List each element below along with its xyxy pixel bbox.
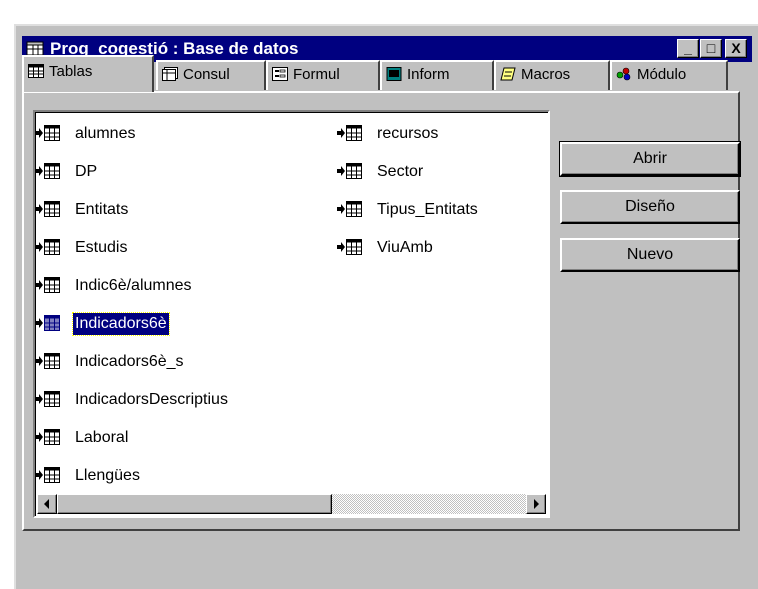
table-name: DP [75, 163, 98, 180]
table-icon [44, 429, 60, 445]
table-name: IndicadorsDescriptius [75, 391, 228, 408]
link-arrow-icon [35, 128, 43, 138]
table-name: alumnes [75, 125, 136, 142]
tables-list[interactable]: alumnes DP Entitats Estudis Indic6è/alum… [33, 110, 550, 518]
table-name: Entitats [75, 201, 129, 218]
link-arrow-icon [35, 432, 43, 442]
table-icon [44, 391, 60, 407]
tab-macros[interactable]: Macros [494, 60, 610, 90]
table-name: Indic6è/alumnes [75, 277, 192, 294]
table-name: ViuAmb [377, 239, 433, 256]
table-icon [44, 277, 60, 293]
link-arrow-icon [337, 128, 345, 138]
tab-consultas[interactable]: Consul [156, 60, 266, 90]
link-arrow-icon [337, 204, 345, 214]
arrow-left-icon [44, 499, 49, 509]
report-icon [386, 67, 402, 81]
arrow-right-icon [534, 499, 539, 509]
design-button[interactable]: Diseño [560, 190, 740, 224]
database-icon [26, 41, 44, 56]
table-icon [346, 125, 362, 141]
scroll-thumb[interactable] [57, 494, 332, 514]
link-arrow-icon [35, 470, 43, 480]
table-name: recursos [377, 125, 439, 142]
design-button-label: Diseño [625, 198, 675, 215]
object-tabs: Tablas Consul Formul Inform Macros Módul… [22, 55, 742, 92]
tab-label: Tablas [49, 63, 93, 80]
table-icon [44, 315, 60, 331]
module-icon [616, 67, 631, 81]
table-icon [44, 353, 60, 369]
link-arrow-icon [35, 242, 43, 252]
tab-label: Macros [521, 66, 571, 83]
table-icon [44, 125, 60, 141]
link-arrow-icon [35, 394, 43, 404]
table-icon [44, 467, 60, 483]
horizontal-scrollbar[interactable] [37, 494, 546, 514]
table-name: Estudis [75, 239, 128, 256]
macro-icon [500, 67, 516, 81]
table-name: Sector [377, 163, 424, 180]
form-icon [272, 67, 288, 81]
link-arrow-icon [35, 318, 43, 328]
open-button[interactable]: Abrir [559, 141, 741, 177]
tab-label: Consul [183, 66, 230, 83]
link-arrow-icon [35, 280, 43, 290]
link-arrow-icon [35, 166, 43, 176]
scroll-left-button[interactable] [37, 494, 57, 514]
desktop-background [0, 0, 758, 22]
link-arrow-icon [337, 166, 345, 176]
new-button[interactable]: Nuevo [560, 238, 740, 272]
open-button-label: Abrir [633, 150, 667, 167]
table-name: Llengües [75, 467, 140, 484]
table-name: Laboral [75, 429, 129, 446]
tab-modulos[interactable]: Módulo [610, 60, 728, 90]
query-icon [162, 67, 178, 81]
link-arrow-icon [35, 356, 43, 366]
tab-tablas[interactable]: Tablas [22, 55, 154, 92]
table-icon [346, 239, 362, 255]
tab-label: Formul [293, 66, 340, 83]
new-button-label: Nuevo [626, 246, 674, 263]
table-icon [44, 201, 60, 217]
tab-label: Inform [407, 66, 450, 83]
table-icon [44, 163, 60, 179]
tab-informes[interactable]: Inform [380, 60, 494, 90]
table-icon [346, 201, 362, 217]
table-name: Indicadors6è [72, 312, 170, 336]
table-name: Tipus_Entitats [377, 201, 478, 218]
scroll-right-button[interactable] [526, 494, 546, 514]
table-icon [346, 163, 362, 179]
link-arrow-icon [337, 242, 345, 252]
tab-formularios[interactable]: Formul [266, 60, 380, 90]
table-name: Indicadors6è_s [75, 353, 184, 370]
link-arrow-icon [35, 204, 43, 214]
table-icon [44, 239, 60, 255]
tab-label: Módulo [637, 66, 687, 83]
table-icon [28, 64, 44, 78]
